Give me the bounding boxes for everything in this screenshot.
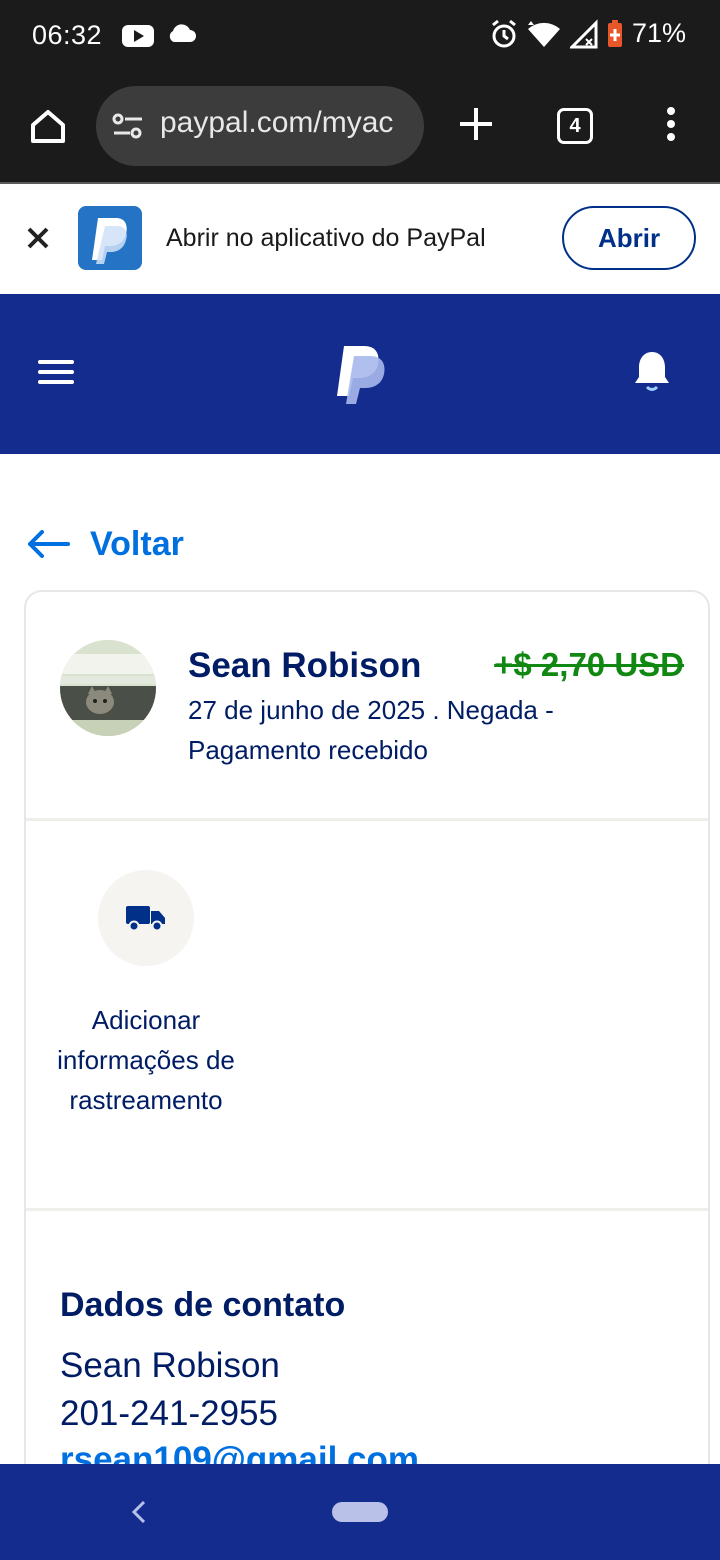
transaction-description: 27 de junho de 2025 . Negada - Pagamento… bbox=[188, 695, 554, 765]
transaction-amount: +$ 2,70 USD bbox=[494, 646, 684, 683]
battery-percent: 71% bbox=[631, 18, 686, 48]
arrow-left-icon bbox=[28, 530, 70, 558]
nav-home-pill[interactable] bbox=[332, 1502, 388, 1522]
close-icon[interactable] bbox=[24, 224, 52, 252]
battery-icon bbox=[607, 19, 622, 47]
back-link[interactable]: Voltar bbox=[26, 520, 184, 568]
contact-section-title: Dados de contato bbox=[60, 1286, 346, 1324]
new-tab-icon[interactable] bbox=[458, 106, 494, 142]
open-app-button[interactable]: Abrir bbox=[562, 206, 696, 270]
paypal-app-logo bbox=[78, 206, 142, 270]
banner-text: Abrir no aplicativo do PayPal bbox=[166, 224, 486, 252]
wifi-icon bbox=[527, 20, 560, 47]
alarm-icon bbox=[492, 19, 516, 47]
system-nav-bar bbox=[0, 1464, 720, 1560]
youtube-icon bbox=[122, 25, 154, 47]
more-menu-icon[interactable] bbox=[664, 106, 678, 142]
tracking-label[interactable]: Adicionar informações de rastreamento bbox=[46, 1000, 246, 1120]
status-bar: 06:32 71% bbox=[0, 0, 720, 72]
transaction-card: Sean Robison +$ 2,70 USD 27 de junho de … bbox=[24, 590, 710, 1560]
site-settings-icon[interactable] bbox=[112, 112, 144, 140]
notification-bell-icon[interactable] bbox=[632, 350, 672, 392]
truck-icon bbox=[126, 906, 165, 932]
back-label: Voltar bbox=[90, 524, 184, 563]
cloud-icon bbox=[169, 24, 196, 42]
nav-back-icon[interactable] bbox=[130, 1498, 148, 1526]
url-text: paypal.com/myac bbox=[160, 106, 394, 139]
contact-phone: 201-241-2955 bbox=[60, 1394, 278, 1433]
contact-name: Sean Robison bbox=[60, 1346, 280, 1385]
status-icons: 71% bbox=[490, 18, 686, 49]
transaction-name: Sean Robison bbox=[188, 646, 422, 685]
status-time: 06:32 bbox=[32, 20, 103, 50]
card-divider bbox=[26, 818, 708, 821]
signal-icon bbox=[569, 18, 598, 48]
paypal-header bbox=[0, 294, 720, 454]
card-divider bbox=[26, 1208, 708, 1211]
tabs-icon[interactable]: 4 bbox=[557, 108, 593, 144]
home-icon[interactable] bbox=[28, 106, 68, 146]
address-bar[interactable]: paypal.com/myac bbox=[96, 86, 424, 166]
browser-toolbar: paypal.com/myac 4 bbox=[0, 72, 720, 182]
hamburger-menu-icon[interactable] bbox=[38, 358, 74, 386]
avatar bbox=[60, 640, 156, 736]
tracking-button[interactable] bbox=[98, 870, 194, 966]
paypal-logo-icon bbox=[337, 346, 385, 404]
open-in-app-banner: Abrir no aplicativo do PayPal Abrir bbox=[0, 184, 720, 294]
